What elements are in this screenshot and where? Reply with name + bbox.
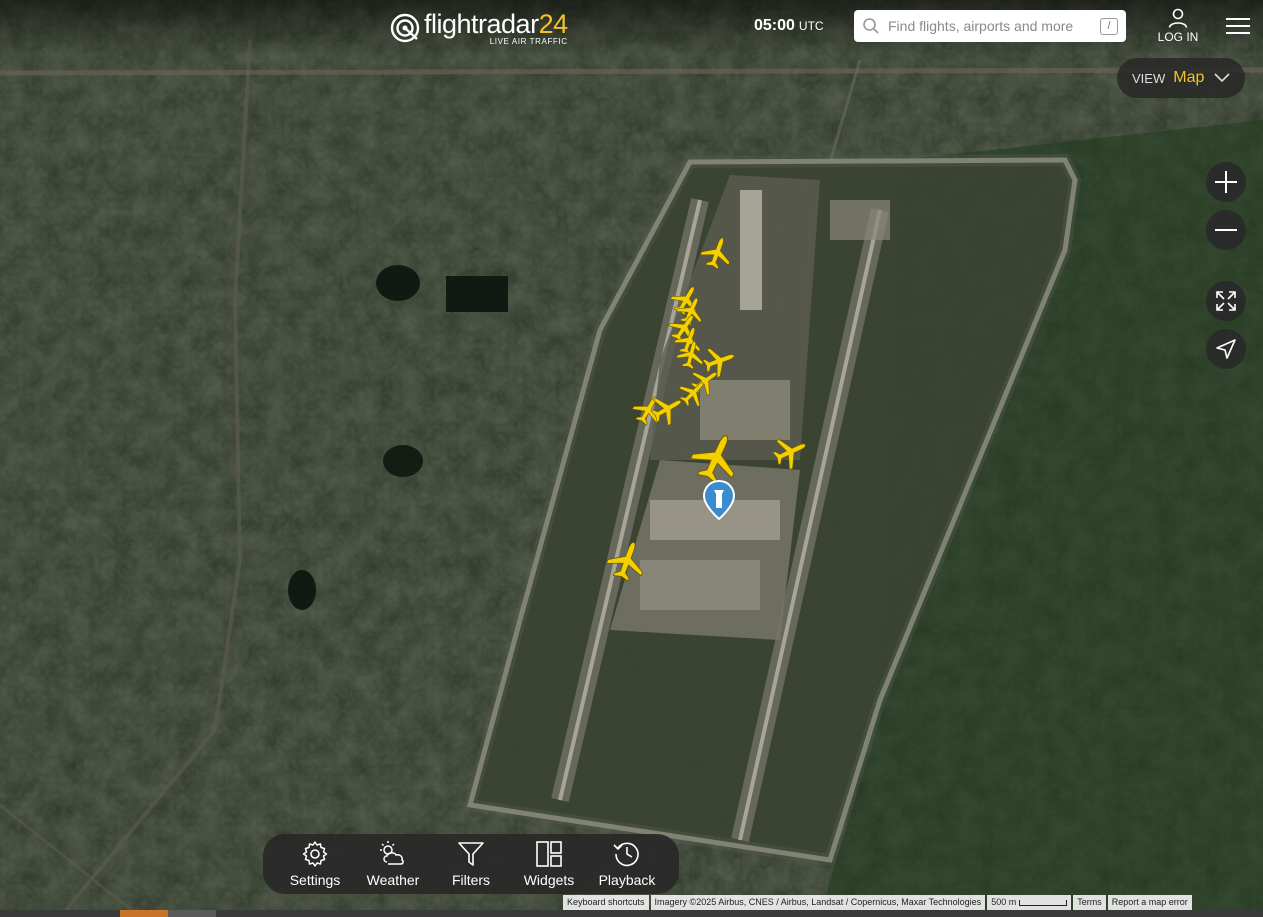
logo-number: 24 [538,9,569,39]
zoom-in-button[interactable] [1206,162,1246,202]
login-label: LOG IN [1157,30,1199,44]
bottom-toolbar: Settings Weather Filters Widgets Playbac… [263,834,679,894]
view-selector[interactable]: VIEW Map [1117,58,1245,98]
playback-button[interactable]: Playback [590,836,664,892]
history-icon [613,842,639,867]
location-arrow-icon [1216,339,1236,359]
weather-button[interactable]: Weather [356,836,430,892]
search-shortcut-hint: / [1100,18,1118,35]
logo-tagline: LIVE AIR TRAFFIC [489,37,568,46]
zoom-out-button[interactable] [1206,210,1246,250]
bottom-strip [0,910,1263,917]
search-box[interactable]: / [854,10,1126,42]
search-input[interactable] [886,17,1090,35]
utc-clock: 05:00 UTC [754,17,824,35]
satellite-map[interactable] [0,0,1263,917]
minus-icon [1215,229,1237,231]
radar-logo-icon [390,13,420,43]
scale-bar [1019,899,1068,906]
login-button[interactable]: LOG IN [1157,8,1199,44]
plus-icon [1215,171,1237,193]
keyboard-shortcuts-link[interactable]: Keyboard shortcuts [563,895,649,910]
playback-label: Playback [598,872,656,888]
fullscreen-button[interactable] [1206,281,1246,321]
settings-label: Settings [289,872,341,888]
chevron-down-icon [1214,73,1230,83]
widgets-label: Widgets [523,872,575,888]
widgets-icon [536,841,562,867]
widgets-button[interactable]: Widgets [512,836,586,892]
strip-segment [120,910,168,917]
filter-icon [458,842,484,866]
report-map-error-link[interactable]: Report a map error [1107,895,1192,910]
settings-button[interactable]: Settings [278,836,352,892]
filters-button[interactable]: Filters [434,836,508,892]
imagery-credit: Imagery ©2025 Airbus, CNES / Airbus, Lan… [650,895,986,910]
my-location-button[interactable] [1206,329,1246,369]
clock-time: 05:00 [754,17,795,34]
filters-label: Filters [451,872,491,888]
scale-label: 500 m [991,897,1017,907]
flightradar24-logo[interactable]: flightradar24 LIVE AIR TRAFFIC [390,6,568,50]
clock-timezone: UTC [798,19,824,33]
user-icon [1168,8,1188,28]
logo-wordmark: flightradar [424,9,539,39]
weather-icon [380,841,404,865]
map-attribution: Keyboard shortcuts Imagery ©2025 Airbus,… [563,895,1194,910]
weather-label: Weather [366,872,420,888]
fullscreen-icon [1216,291,1236,311]
view-value: Map [1173,69,1205,86]
gear-icon [302,841,328,867]
map-scale: 500 m [987,895,1072,910]
search-icon [863,18,879,34]
terms-link[interactable]: Terms [1073,895,1106,910]
view-label: VIEW [1132,70,1166,86]
strip-segment [168,910,216,917]
hamburger-menu-icon[interactable] [1226,15,1250,37]
